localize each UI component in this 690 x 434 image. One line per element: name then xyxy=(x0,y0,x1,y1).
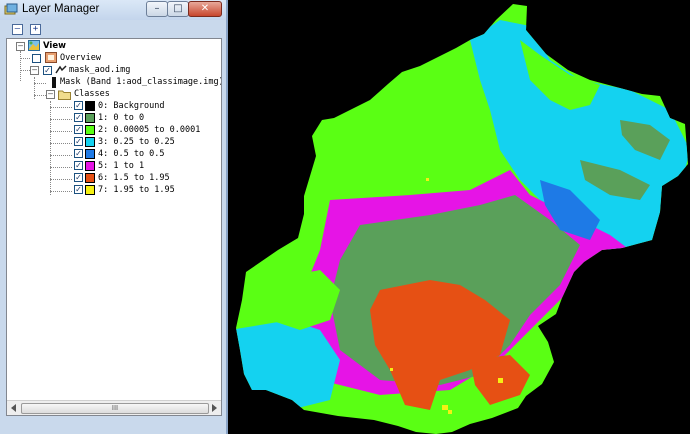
tree-connector xyxy=(50,143,72,144)
class-label[interactable]: 0: Background xyxy=(98,100,165,112)
mask-node[interactable]: Mask (Band 1:aod_classimage.img) xyxy=(60,76,221,88)
class-checkbox[interactable]: ✓ xyxy=(74,101,83,110)
class-color-swatch[interactable] xyxy=(85,113,95,123)
tree-connector xyxy=(50,155,72,156)
class-label[interactable]: 2: 0.00005 to 0.0001 xyxy=(98,124,200,136)
scroll-left-icon[interactable] xyxy=(10,404,17,412)
minimize-button[interactable]: – xyxy=(146,1,168,17)
toolbar: – + xyxy=(0,20,226,38)
yellow-pixel xyxy=(426,178,429,181)
classes-expander[interactable]: – xyxy=(46,90,55,99)
tree-connector xyxy=(50,119,72,120)
view-expander[interactable]: – xyxy=(16,42,25,51)
horizontal-scrollbar[interactable]: III xyxy=(7,400,221,415)
class-label[interactable]: 1: 0 to 0 xyxy=(98,112,144,124)
expand-all-button[interactable]: + xyxy=(30,24,41,35)
overview-checkbox[interactable] xyxy=(32,54,41,63)
yellow-pixel xyxy=(448,410,452,414)
scrollbar-thumb[interactable]: III xyxy=(21,403,209,414)
class-checkbox[interactable]: ✓ xyxy=(74,161,83,170)
tree-connector xyxy=(50,101,51,195)
raster-layer-icon xyxy=(55,65,67,74)
class-label[interactable]: 6: 1.5 to 1.95 xyxy=(98,172,170,184)
tree-connector xyxy=(34,83,46,84)
classified-raster-map[interactable] xyxy=(230,0,690,434)
layer-checkbox[interactable]: ✓ xyxy=(43,66,52,75)
class-color-swatch[interactable] xyxy=(85,149,95,159)
class-label[interactable]: 4: 0.5 to 0.5 xyxy=(98,148,165,160)
class-label[interactable]: 3: 0.25 to 0.25 xyxy=(98,136,175,148)
class-checkbox[interactable]: ✓ xyxy=(74,149,83,158)
title-bar[interactable]: Layer Manager – □ ✕ xyxy=(0,0,226,20)
class-color-swatch[interactable] xyxy=(85,173,95,183)
window-title: Layer Manager xyxy=(22,3,100,15)
tree-connector xyxy=(50,179,72,180)
overview-icon xyxy=(45,52,57,63)
folder-icon xyxy=(58,90,71,100)
tree-connector xyxy=(20,51,21,81)
yellow-pixel xyxy=(442,405,448,410)
class-color-swatch[interactable] xyxy=(85,185,95,195)
class-checkbox[interactable]: ✓ xyxy=(74,137,83,146)
tree-connector xyxy=(20,70,30,71)
layer-manager-icon xyxy=(4,3,18,15)
tree-connector xyxy=(20,58,30,59)
layer-manager-window: Layer Manager – □ ✕ – + – View Overview … xyxy=(0,0,228,434)
overview-node[interactable]: Overview xyxy=(60,52,101,64)
tree-connector xyxy=(50,167,72,168)
class-checkbox[interactable]: ✓ xyxy=(74,185,83,194)
collapse-all-button[interactable]: – xyxy=(12,24,23,35)
tree-connector xyxy=(34,95,46,96)
yellow-pixel xyxy=(390,368,393,371)
classes-node[interactable]: Classes xyxy=(74,88,110,100)
tree-connector xyxy=(50,131,72,132)
tree-connector xyxy=(50,191,72,192)
class-checkbox[interactable]: ✓ xyxy=(74,173,83,182)
scroll-right-icon[interactable] xyxy=(211,404,218,412)
class-checkbox[interactable]: ✓ xyxy=(74,125,83,134)
tree-connector xyxy=(50,107,72,108)
mask-band-icon xyxy=(52,77,56,88)
class-color-swatch[interactable] xyxy=(85,101,95,111)
view-icon xyxy=(28,40,40,51)
close-button[interactable]: ✕ xyxy=(188,1,222,17)
class-color-swatch[interactable] xyxy=(85,161,95,171)
class-checkbox[interactable]: ✓ xyxy=(74,113,83,122)
class-color-swatch[interactable] xyxy=(85,125,95,135)
layer-expander[interactable]: – xyxy=(30,66,39,75)
class-color-swatch[interactable] xyxy=(85,137,95,147)
layer-tree: – View Overview – ✓ mask_aod.img Mask (B… xyxy=(6,38,222,416)
layer-node[interactable]: mask_aod.img xyxy=(69,64,130,76)
maximize-button[interactable]: □ xyxy=(167,1,189,17)
yellow-pixel xyxy=(498,378,503,383)
view-node[interactable]: View xyxy=(43,40,66,52)
class-label[interactable]: 7: 1.95 to 1.95 xyxy=(98,184,175,196)
class-label[interactable]: 5: 1 to 1 xyxy=(98,160,144,172)
